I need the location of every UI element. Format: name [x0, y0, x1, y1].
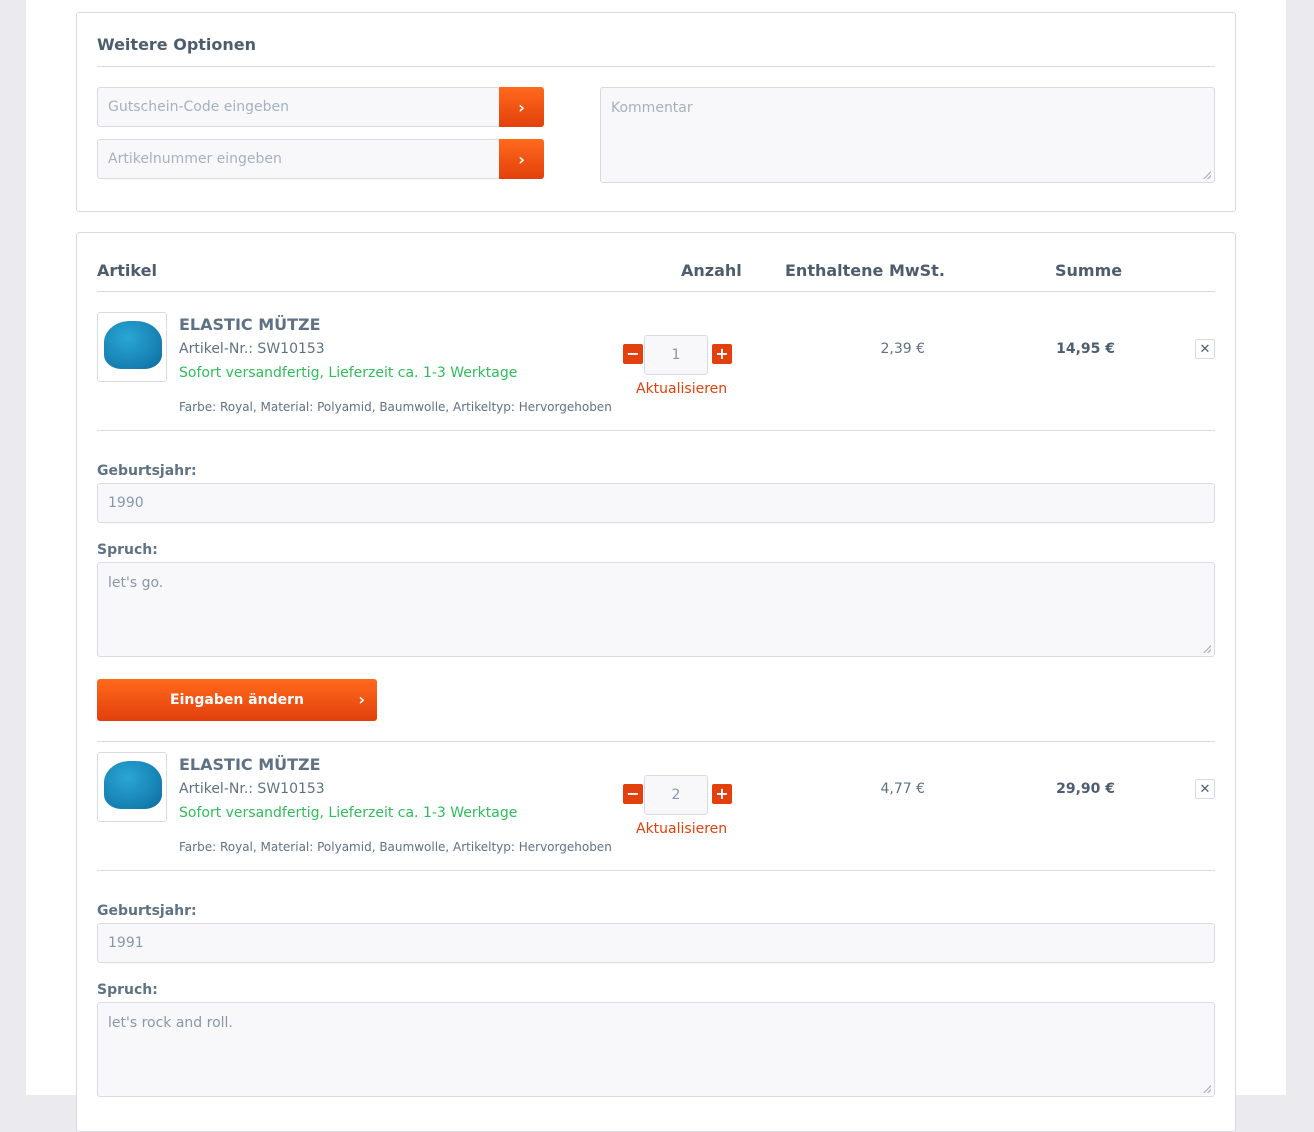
- item-tax: 4,77 €: [880, 781, 925, 797]
- close-icon: ✕: [1199, 781, 1211, 797]
- cart-panel: Artikel Anzahl Enthaltene MwSt. Summe EL…: [76, 232, 1236, 1132]
- chevron-right-icon: ›: [518, 149, 525, 169]
- slogan-value: let's rock and roll.: [108, 1015, 233, 1031]
- beanie-image: [104, 321, 162, 369]
- beanie-image: [104, 761, 162, 809]
- birthyear-label: Geburtsjahr:: [97, 463, 197, 479]
- quantity-plus-button[interactable]: +: [712, 344, 732, 364]
- remove-item-button[interactable]: ✕: [1195, 339, 1215, 359]
- plus-icon: +: [715, 784, 729, 803]
- article-number-input[interactable]: Artikelnummer eingeben: [97, 139, 500, 179]
- plus-icon: +: [715, 344, 729, 363]
- divider: [97, 430, 1215, 431]
- slogan-label: Spruch:: [97, 982, 158, 998]
- voucher-input[interactable]: Gutschein-Code eingeben: [97, 87, 500, 127]
- delivery-status: Sofort versandfertig, Lieferzeit ca. 1-3…: [179, 365, 518, 381]
- slogan-textarea[interactable]: let's rock and roll.: [97, 1002, 1215, 1097]
- product-name[interactable]: ELASTIC MÜTZE: [179, 315, 321, 334]
- product-image[interactable]: [97, 312, 167, 382]
- product-image[interactable]: [97, 752, 167, 822]
- chevron-right-icon: ›: [518, 97, 525, 117]
- resize-handle-icon[interactable]: [1203, 1085, 1211, 1093]
- quantity-input[interactable]: 1: [644, 335, 708, 375]
- item-total: 29,90 €: [1056, 781, 1115, 797]
- page: Weitere Optionen Gutschein-Code eingeben…: [26, 0, 1286, 1132]
- quantity-minus-button[interactable]: −: [623, 784, 643, 804]
- quantity-value: 2: [671, 787, 681, 803]
- product-number: Artikel-Nr.: SW10153: [179, 341, 325, 357]
- header-article: Artikel: [97, 261, 157, 280]
- product-attributes: Farbe: Royal, Material: Polyamid, Baumwo…: [179, 840, 612, 854]
- product-attributes: Farbe: Royal, Material: Polyamid, Baumwo…: [179, 400, 612, 414]
- resize-handle-icon[interactable]: [1203, 645, 1211, 653]
- birthyear-label: Geburtsjahr:: [97, 903, 197, 919]
- delivery-status: Sofort versandfertig, Lieferzeit ca. 1-3…: [179, 805, 518, 821]
- comment-placeholder: Kommentar: [611, 100, 693, 116]
- item-total: 14,95 €: [1056, 341, 1115, 357]
- resize-handle-icon[interactable]: [1203, 171, 1211, 179]
- voucher-submit-button[interactable]: ›: [499, 87, 544, 127]
- quantity-minus-button[interactable]: −: [623, 344, 643, 364]
- divider: [97, 870, 1215, 871]
- divider: [97, 66, 1215, 67]
- header-tax: Enthaltene MwSt.: [785, 261, 945, 280]
- quantity-input[interactable]: 2: [644, 775, 708, 815]
- slogan-label: Spruch:: [97, 542, 158, 558]
- birthyear-value: 1990: [108, 495, 144, 511]
- remove-item-button[interactable]: ✕: [1195, 779, 1215, 799]
- slogan-textarea[interactable]: let's go.: [97, 562, 1215, 657]
- minus-icon: −: [626, 344, 640, 363]
- divider: [97, 741, 1215, 742]
- product-number: Artikel-Nr.: SW10153: [179, 781, 325, 797]
- panel-title: Weitere Optionen: [97, 35, 257, 54]
- slogan-value: let's go.: [108, 575, 164, 591]
- additional-options-panel: Weitere Optionen Gutschein-Code eingeben…: [76, 12, 1236, 212]
- update-link[interactable]: Aktualisieren: [636, 821, 727, 837]
- change-inputs-label: Eingaben ändern: [170, 692, 304, 708]
- birthyear-input[interactable]: 1991: [97, 923, 1215, 963]
- product-name[interactable]: ELASTIC MÜTZE: [179, 755, 321, 774]
- change-inputs-button[interactable]: Eingaben ändern ›: [97, 679, 377, 721]
- quantity-plus-button[interactable]: +: [712, 784, 732, 804]
- header-total: Summe: [1055, 261, 1123, 280]
- comment-textarea[interactable]: Kommentar: [600, 87, 1215, 183]
- voucher-placeholder: Gutschein-Code eingeben: [108, 99, 290, 115]
- article-number-submit-button[interactable]: ›: [499, 139, 544, 179]
- close-icon: ✕: [1199, 341, 1211, 357]
- minus-icon: −: [626, 784, 640, 803]
- update-link[interactable]: Aktualisieren: [636, 381, 727, 397]
- quantity-value: 1: [671, 347, 681, 363]
- divider: [97, 291, 1215, 292]
- item-tax: 2,39 €: [880, 341, 925, 357]
- header-quantity: Anzahl: [681, 261, 742, 280]
- chevron-right-icon: ›: [358, 690, 365, 709]
- birthyear-value: 1991: [108, 935, 144, 951]
- birthyear-input[interactable]: 1990: [97, 483, 1215, 523]
- article-number-placeholder: Artikelnummer eingeben: [108, 151, 282, 167]
